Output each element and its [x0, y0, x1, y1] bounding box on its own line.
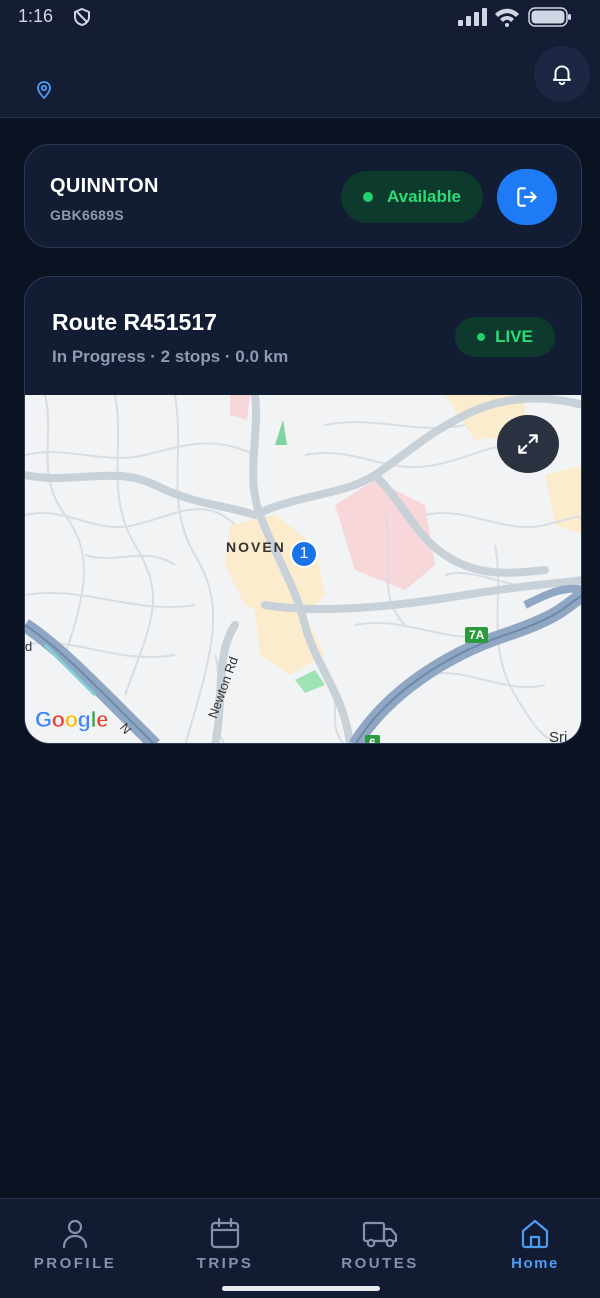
- live-badge: LIVE: [455, 317, 555, 357]
- route-card[interactable]: Route R451517 In Progress · 2 stops · 0.…: [24, 276, 582, 744]
- logout-icon: [517, 187, 537, 207]
- google-logo: Google: [35, 707, 109, 733]
- signal-icon: [458, 8, 487, 26]
- motorway-junction-7a: 7A: [465, 627, 489, 643]
- route-meta: In Progress · 2 stops · 0.0 km: [52, 347, 289, 366]
- map-area-label: NOVEN: [226, 539, 286, 555]
- user-icon: [62, 1219, 88, 1249]
- bell-icon: [552, 65, 572, 86]
- status-bar: 1:16: [0, 0, 600, 34]
- shield-icon: [74, 7, 90, 27]
- stop-marker[interactable]: 1: [290, 540, 318, 568]
- vehicle-card: QUINNTON GBK6689S Available: [24, 144, 582, 248]
- truck-icon: [362, 1221, 398, 1248]
- vehicle-plate: GBK6689S: [50, 207, 124, 223]
- live-dot: [477, 333, 486, 341]
- home-indicator: [222, 1286, 380, 1291]
- nav-label-trips: TRIPS: [196, 1255, 254, 1272]
- status-time: 1:16: [18, 6, 54, 26]
- battery-icon: [528, 7, 571, 27]
- nav-label-routes: ROUTES: [341, 1255, 419, 1272]
- expand-map-button[interactable]: [497, 415, 559, 473]
- availability-toggle[interactable]: Available: [341, 171, 483, 223]
- nav-item-profile[interactable]: PROFILE: [0, 1199, 150, 1298]
- road-label-left: d: [25, 639, 33, 654]
- vehicle-name: QUINNTON: [50, 175, 159, 197]
- location-pin-icon[interactable]: [34, 80, 54, 100]
- route-map[interactable]: NOVEN 1 Newton Rd d N 7A 6 Sri Google: [25, 395, 581, 744]
- home-icon: [521, 1219, 549, 1249]
- nav-label-profile: PROFILE: [33, 1255, 117, 1272]
- logout-button[interactable]: [497, 169, 557, 225]
- bottom-navigation: PROFILE TRIPS ROUTES Home: [0, 1198, 600, 1298]
- nav-label-home: Home: [511, 1255, 559, 1272]
- app-header: 1:16: [0, 0, 600, 118]
- nav-item-trips[interactable]: TRIPS: [150, 1199, 300, 1298]
- wifi-icon: [495, 8, 519, 27]
- calendar-icon: [210, 1217, 240, 1249]
- notifications-button[interactable]: [534, 46, 590, 102]
- map-edge-label: Sri: [549, 729, 568, 744]
- nav-item-routes[interactable]: ROUTES: [305, 1199, 455, 1298]
- status-dot: [362, 192, 373, 202]
- nav-item-home[interactable]: Home: [460, 1199, 600, 1298]
- motorway-junction-6: 6: [365, 735, 380, 743]
- expand-icon: [518, 434, 538, 454]
- route-title: Route R451517: [52, 309, 217, 335]
- live-label: LIVE: [495, 327, 533, 346]
- availability-label: Available: [386, 187, 462, 206]
